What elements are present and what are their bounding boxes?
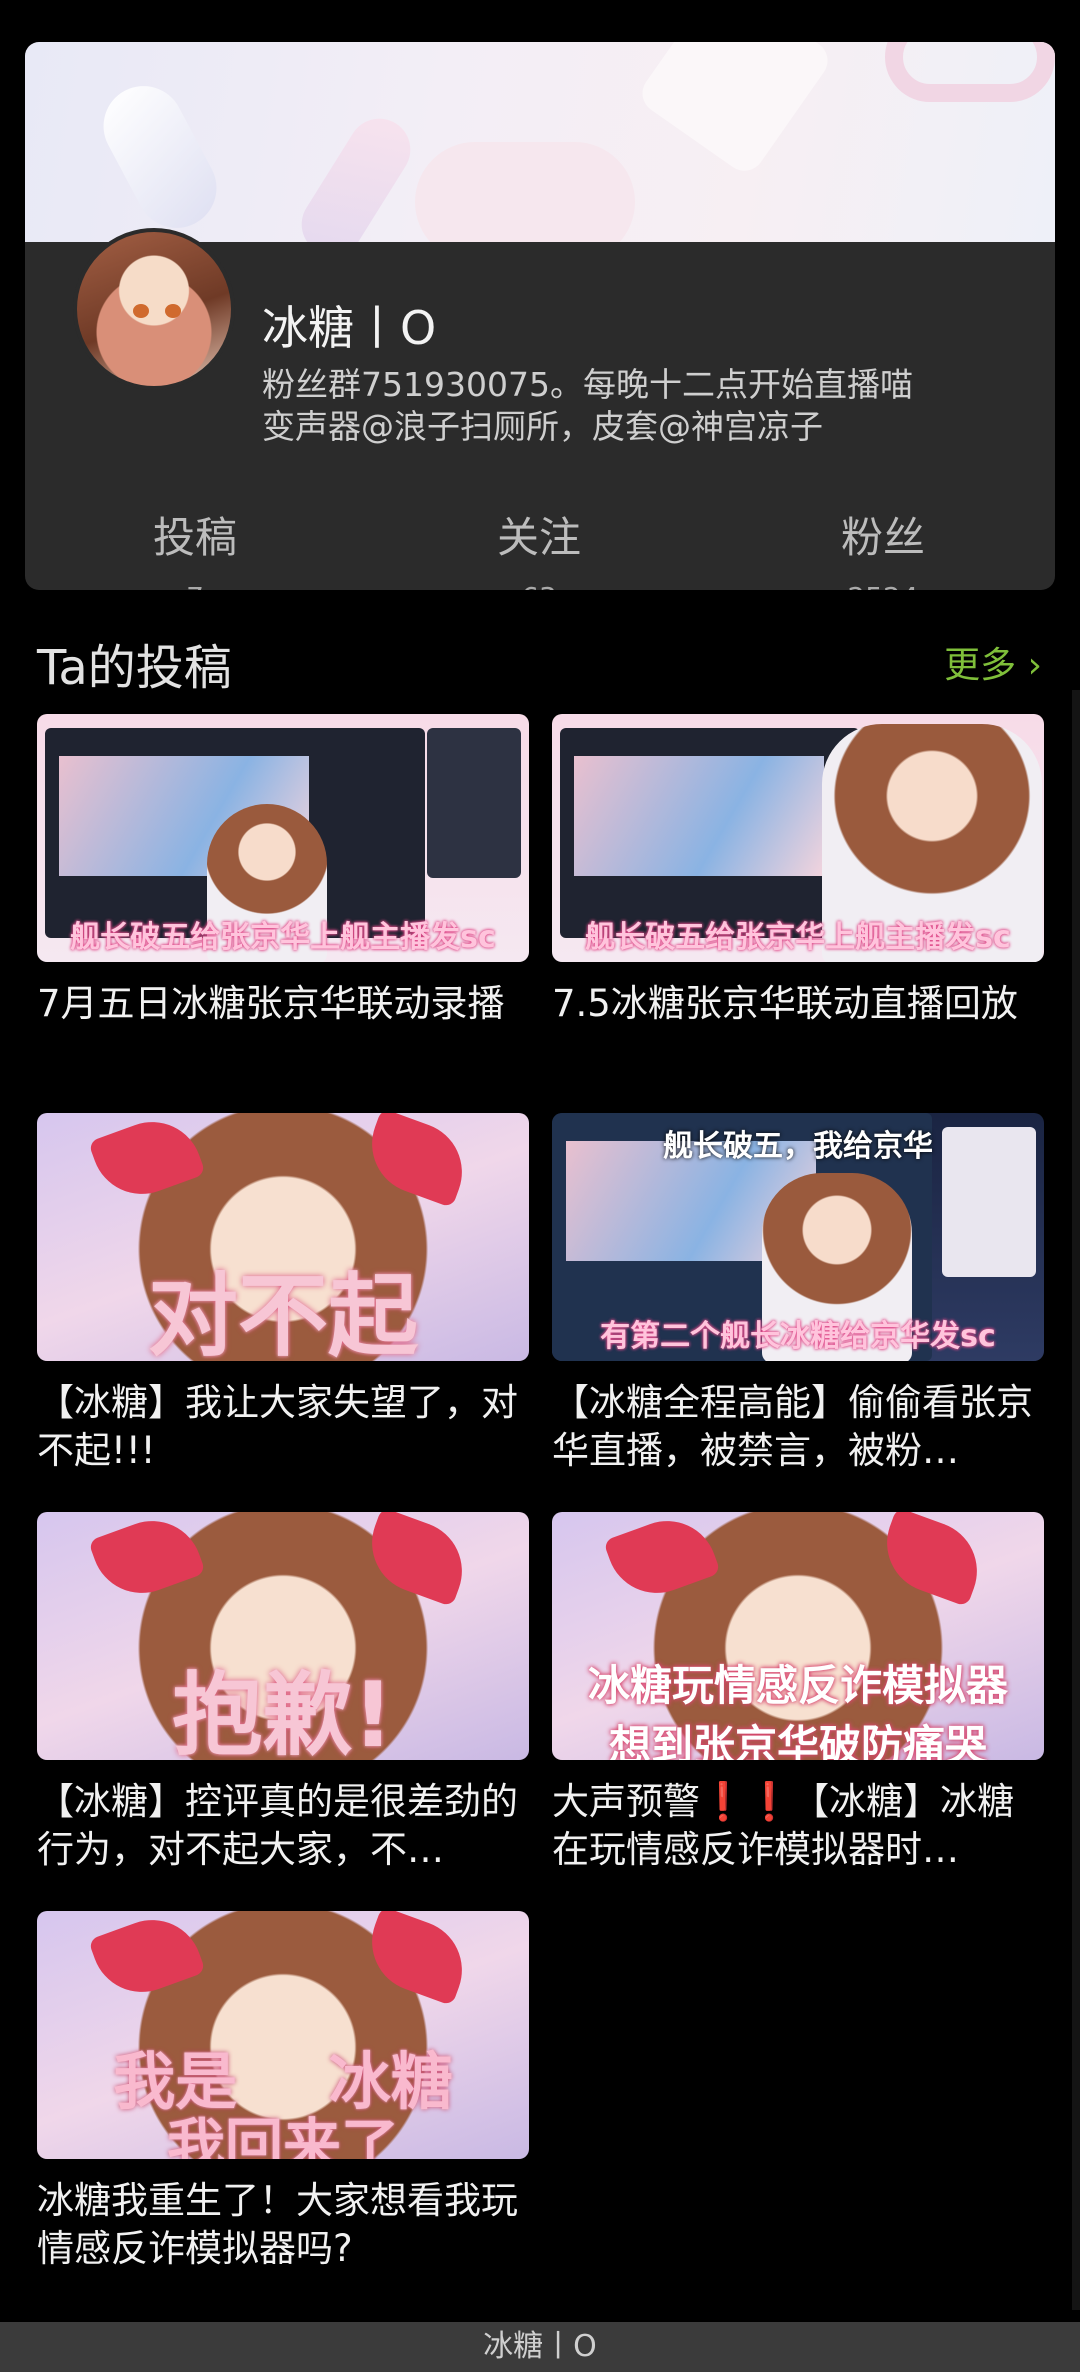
video-card[interactable]: 舰长破五，我给京华 有第二个舰长冰糖给京华发sc 【冰糖全程高能】偷偷看张京华直… [552, 1113, 1044, 1475]
stat-value: 63 [439, 581, 639, 590]
video-card[interactable]: 舰长破五给张京华上舰主播发sc 7月五日冰糖张京华联动录播 [37, 714, 529, 1028]
thumbnail-caption: 冰糖玩情感反诈模拟器 [587, 1661, 1008, 1710]
video-card[interactable]: 舰长破五给张京华上舰主播发sc 7.5冰糖张京华联动直播回放 [552, 714, 1044, 1028]
thumbnail-caption: 抱歉! [172, 1663, 394, 1760]
video-title[interactable]: 7月五日冰糖张京华联动录播 [37, 980, 529, 1028]
stat-followers[interactable]: 粉丝 2524 [783, 504, 983, 590]
profile-page: 冰糖丨O 粉丝群751930075。每晚十二点开始直播喵 变声器@浪子扫厕所，皮… [0, 0, 1080, 2372]
video-thumbnail[interactable]: 舰长破五，我给京华 有第二个舰长冰糖给京华发sc [552, 1113, 1044, 1361]
video-card[interactable]: 冰糖玩情感反诈模拟器 想到张京华破防痛哭 大声预警❗❗【冰糖】冰糖在玩情感反诈模… [552, 1512, 1044, 1874]
avatar[interactable] [73, 228, 235, 390]
thumbnail-caption: 舰长破五给张京华上舰主播发sc [585, 920, 1011, 955]
video-title[interactable]: 【冰糖全程高能】偷偷看张京华直播，被禁言，被粉… [552, 1379, 1044, 1475]
video-thumbnail[interactable]: 舰长破五给张京华上舰主播发sc [37, 714, 529, 962]
stat-posts[interactable]: 投稿 7 [95, 504, 295, 590]
stat-following[interactable]: 关注 63 [439, 504, 639, 590]
video-title[interactable]: 冰糖我重生了！大家想看我玩情感反诈模拟器吗? [37, 2177, 529, 2273]
section-title: Ta的投稿 [37, 640, 232, 696]
bottom-title-bar: 冰糖丨O [0, 2322, 1080, 2372]
video-title[interactable]: 7.5冰糖张京华联动直播回放 [552, 980, 1044, 1028]
profile-name: 冰糖丨O [262, 301, 437, 355]
bio-line: 粉丝群751930075。每晚十二点开始直播喵 [262, 365, 913, 404]
video-title[interactable]: 【冰糖】我让大家失望了，对不起!!! [37, 1379, 529, 1475]
video-thumbnail[interactable]: 冰糖玩情感反诈模拟器 想到张京华破防痛哭 [552, 1512, 1044, 1760]
stat-label: 关注 [496, 513, 581, 562]
video-card[interactable]: 对不起 【冰糖】我让大家失望了，对不起!!! [37, 1113, 529, 1475]
profile-banner [25, 42, 1055, 242]
video-thumbnail[interactable]: 我是 冰糖 我回来了 [37, 1911, 529, 2159]
video-card[interactable]: 抱歉! 【冰糖】控评真的是很差劲的行为，对不起大家，不… [37, 1512, 529, 1874]
stat-value: 2524 [783, 581, 983, 590]
video-card[interactable]: 我是 冰糖 我回来了 冰糖我重生了！大家想看我玩情感反诈模拟器吗? [37, 1911, 529, 2273]
thumbnail-caption-top: 舰长破五，我给京华 [663, 1129, 933, 1164]
stat-label: 投稿 [152, 513, 237, 562]
video-title[interactable]: 【冰糖】控评真的是很差劲的行为，对不起大家，不… [37, 1778, 529, 1874]
more-link[interactable]: 更多 › [944, 636, 1042, 688]
video-thumbnail[interactable]: 舰长破五给张京华上舰主播发sc [552, 714, 1044, 962]
thumbnail-caption: 想到张京华破防痛哭 [608, 1721, 987, 1760]
video-thumbnail[interactable]: 对不起 [37, 1113, 529, 1361]
scrollbar-track [1072, 690, 1080, 2310]
profile-bio: 粉丝群751930075。每晚十二点开始直播喵 变声器@浪子扫厕所，皮套@神宫凉… [262, 364, 913, 448]
thumbnail-caption: 对不起 [148, 1264, 418, 1361]
profile-card: 冰糖丨O 粉丝群751930075。每晚十二点开始直播喵 变声器@浪子扫厕所，皮… [25, 42, 1055, 590]
thumbnail-caption: 舰长破五给张京华上舰主播发sc [70, 920, 496, 955]
video-thumbnail[interactable]: 抱歉! [37, 1512, 529, 1760]
stat-label: 粉丝 [840, 513, 925, 562]
thumbnail-caption: 有第二个舰长冰糖给京华发sc [600, 1319, 996, 1354]
video-title[interactable]: 大声预警❗❗【冰糖】冰糖在玩情感反诈模拟器时… [552, 1778, 1044, 1874]
stat-value: 7 [95, 581, 295, 590]
bio-line: 变声器@浪子扫厕所，皮套@神宫凉子 [262, 407, 823, 446]
thumbnail-caption: 我回来了 [166, 2112, 399, 2159]
